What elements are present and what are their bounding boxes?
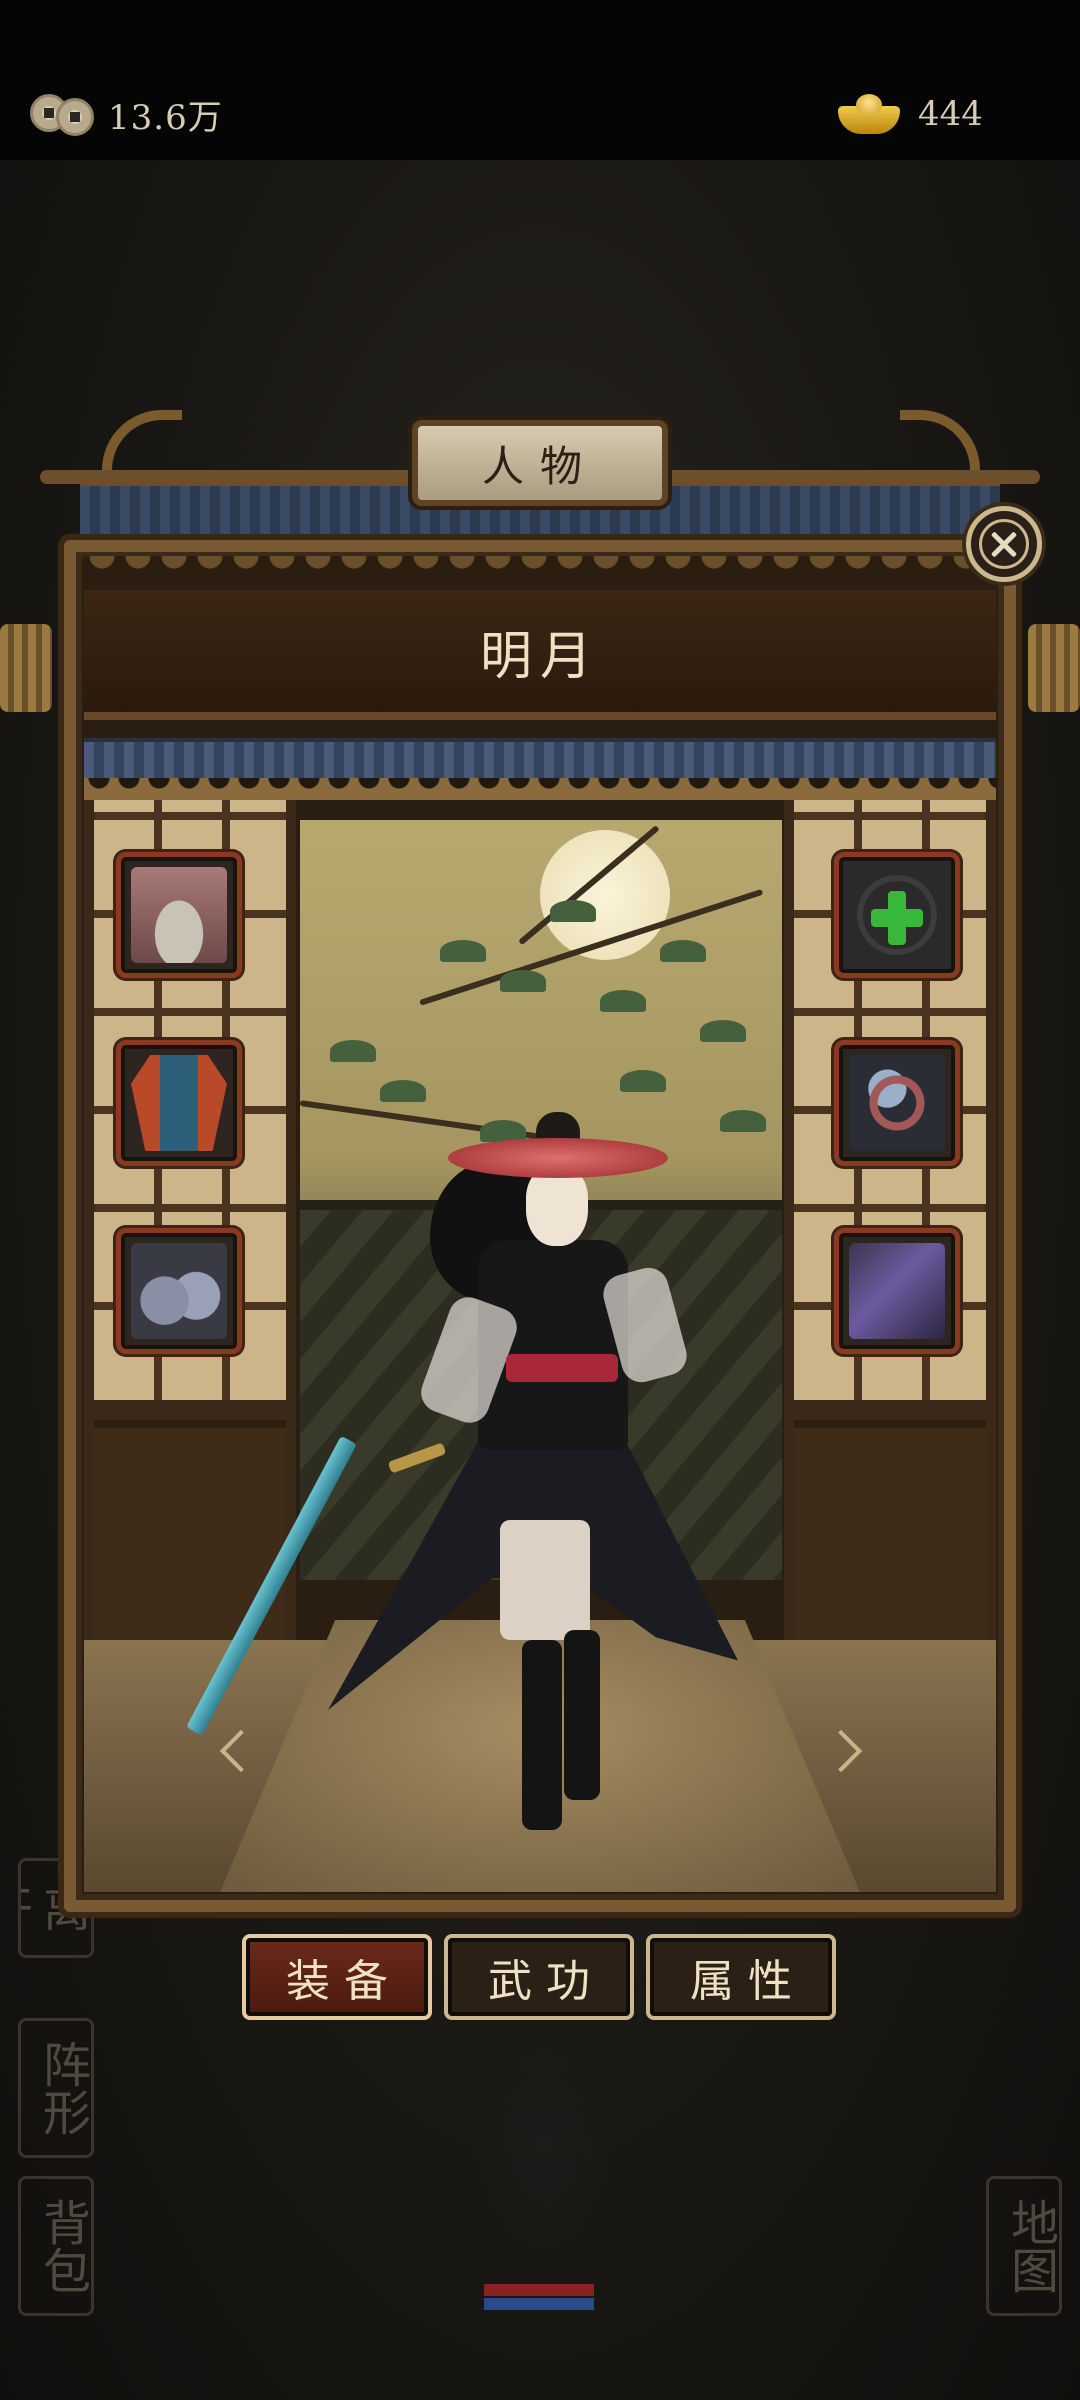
lantern-right (1028, 624, 1080, 712)
tab-equipment[interactable]: 装备 (242, 1934, 432, 2020)
equip-slot-boots[interactable] (116, 1228, 242, 1354)
equip-slot-robe[interactable] (834, 1228, 960, 1354)
lantern-left (0, 624, 52, 712)
gold-ingot-icon (838, 94, 900, 134)
character-name: 明月 (84, 590, 996, 720)
coin-counter: 13.6万 (30, 90, 223, 139)
gold-counter: 444 (838, 94, 983, 134)
copper-coin-icon (30, 92, 96, 138)
coin-amount: 13.6万 (108, 98, 223, 138)
player-hp-bar (484, 2284, 594, 2296)
panel-trim (84, 556, 996, 584)
equip-slot-ring[interactable] (834, 1040, 960, 1166)
eave-trim (84, 778, 996, 800)
player-mp-bar (484, 2298, 594, 2310)
armor-icon (131, 1055, 227, 1151)
side-button-formation[interactable]: 阵形 (18, 2018, 94, 2158)
ring-icon (849, 1055, 945, 1151)
side-button-bag[interactable]: 背包 (18, 2176, 94, 2316)
equip-slot-empty[interactable] (834, 852, 960, 978)
boots-icon (131, 1243, 227, 1339)
close-button[interactable] (966, 506, 1042, 582)
eave-tiles (84, 738, 996, 778)
equip-slot-armor[interactable] (116, 1040, 242, 1166)
side-button-map[interactable]: 地图 (986, 2176, 1062, 2316)
player-sprite-shadow (474, 2020, 614, 2270)
equip-slot-hat[interactable] (116, 852, 242, 978)
top-bar: 13.6万 444 (0, 0, 1080, 160)
tab-attributes[interactable]: 属性 (646, 1934, 836, 2020)
tab-martial-arts[interactable]: 武功 (444, 1934, 634, 2020)
robe-icon (849, 1243, 945, 1339)
panel-title: 人物 (412, 420, 668, 506)
gold-amount: 444 (918, 94, 983, 134)
hat-icon (131, 867, 227, 963)
